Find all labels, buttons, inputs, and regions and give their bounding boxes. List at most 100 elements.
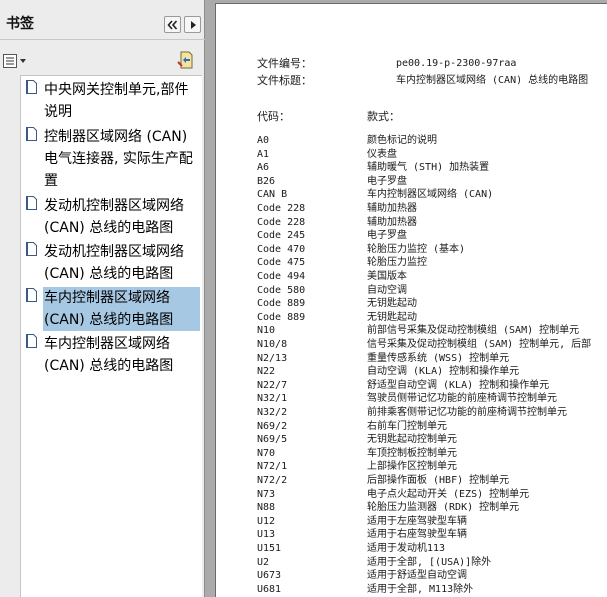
row-code: N69/2	[257, 420, 288, 432]
bookmarks-toolbar	[0, 41, 205, 75]
row-code: Code 494	[257, 271, 306, 282]
row-desc: 前部信号采集及促动控制模组 (SAM) 控制单元	[367, 325, 580, 337]
row-code: Code 245	[257, 230, 306, 242]
bookmark-item[interactable]: 车内控制器区域网络 (CAN) 总线的电路图	[22, 330, 200, 376]
file-number-label: 文件编号：	[257, 57, 312, 70]
row-code: A1	[257, 148, 270, 160]
bookmarks-pane: 书签 中央网关控制单元,部件说明 控制器区域网络 (CAN) 电气连接器, 实际…	[0, 0, 205, 597]
row-desc: 辅助加热器	[367, 216, 417, 228]
bookmark-item[interactable]: 中央网关控制单元,部件说明	[22, 76, 200, 123]
row-code: Code 475	[257, 257, 306, 269]
list-options-icon	[3, 54, 26, 68]
row-code: N72/1	[257, 461, 288, 473]
row-desc: 轮胎压力监控	[367, 257, 427, 269]
file-title-label: 文件标题：	[257, 74, 312, 87]
row-code: U673	[257, 570, 282, 582]
row-desc: 自动空调 (KLA) 控制和操作单元	[367, 366, 520, 378]
desc-header: 款式：	[367, 110, 400, 123]
row-code: N22/7	[257, 379, 288, 391]
row-code: U2	[257, 556, 270, 568]
row-code: N22	[257, 366, 276, 378]
code-header: 代码：	[257, 110, 290, 123]
row-desc: 无钥匙起动控制单元	[367, 434, 457, 446]
row-desc: 适用于舒适型自动空调	[367, 570, 467, 582]
bookmark-label: 中央网关控制单元,部件说明	[44, 82, 189, 120]
bookmark-page-icon	[26, 127, 37, 141]
row-code: N2/13	[257, 352, 288, 364]
bookmarks-title: 书签	[6, 16, 34, 32]
row-code: N73	[257, 488, 276, 500]
row-desc: 车内控制器区域网络 (CAN)	[367, 189, 494, 201]
row-code: CAN B	[257, 189, 288, 201]
row-code: Code 889	[257, 311, 306, 323]
row-desc: 无钥匙起动	[367, 311, 417, 323]
row-desc: 适用于左座驾驶型车辆	[367, 515, 467, 527]
triangle-right-icon	[191, 21, 196, 29]
row-desc: 重量传感系统 (WSS) 控制单元	[367, 352, 510, 364]
row-desc: 无钥匙起动	[367, 298, 417, 310]
row-desc: 舒适型自动空调 (KLA) 控制和操作单元	[367, 379, 550, 391]
row-desc: 前排乘客侧带记忆功能的前座椅调节控制单元	[367, 407, 567, 418]
bookmark-item[interactable]: 发动机控制器区域网络 (CAN) 总线的电路图	[22, 192, 200, 238]
row-code: A0	[257, 135, 270, 146]
options-menu-button[interactable]	[3, 54, 29, 70]
row-desc: 右前车门控制单元	[367, 420, 447, 432]
bookmark-label: 车内控制器区域网络 (CAN) 总线的电路图	[43, 287, 200, 331]
row-code: N70	[257, 447, 276, 459]
row-code: N10/8	[257, 339, 288, 350]
row-code: N32/1	[257, 393, 288, 405]
row-desc: 驾驶员侧带记忆功能的前座椅调节控制单元	[367, 393, 557, 405]
row-desc: 美国版本	[367, 271, 407, 282]
bookmark-tools-button[interactable]	[177, 50, 195, 70]
bookmark-tool-icon	[177, 51, 193, 69]
row-desc: 车顶控制板控制单元	[367, 447, 457, 459]
row-code: N32/2	[257, 407, 288, 418]
bookmark-item[interactable]: 控制器区域网络 (CAN) 电气连接器, 实际生产配置	[22, 123, 200, 192]
row-desc: 适用于全部, [(USA)]除外	[367, 556, 492, 568]
row-desc: 辅助暖气 (STH) 加热装置	[367, 162, 490, 174]
row-code: Code 889	[257, 298, 306, 310]
bookmarks-header: 书签	[0, 0, 205, 40]
row-code: N72/2	[257, 475, 288, 486]
row-code: Code 228	[257, 203, 306, 214]
bookmark-label: 发动机控制器区域网络 (CAN) 总线的电路图	[44, 198, 184, 236]
row-code: N10	[257, 325, 276, 337]
double-chevron-left-icon	[167, 20, 178, 30]
bookmark-item[interactable]: 发动机控制器区域网络 (CAN) 总线的电路图	[22, 238, 200, 284]
row-code: Code 580	[257, 284, 306, 296]
bookmark-item-selected[interactable]: 车内控制器区域网络 (CAN) 总线的电路图	[22, 284, 200, 331]
file-number-value: pe00.19-p-2300-97raa	[396, 58, 517, 69]
row-desc: 适用于全部, M113除外	[367, 583, 474, 595]
row-code: B26	[257, 175, 276, 187]
row-code: A6	[257, 162, 270, 174]
row-desc: 轮胎压力监控 (基本)	[367, 243, 466, 255]
row-desc: 后部操作面板 (HBF) 控制单元	[367, 475, 510, 486]
bookmark-page-icon	[26, 196, 37, 210]
row-desc: 颜色标记的说明	[367, 135, 437, 146]
collapse-pane-button[interactable]	[164, 16, 181, 33]
row-desc: 电子罗盘	[367, 175, 407, 187]
row-desc: 信号采集及促动控制模组 (SAM) 控制单元, 后部	[367, 339, 592, 350]
bookmark-page-icon	[26, 242, 37, 256]
file-title-value: 车内控制器区域网络 (CAN) 总线的电路图	[396, 75, 589, 86]
row-code: U13	[257, 529, 276, 541]
row-code: U151	[257, 543, 282, 554]
document-view[interactable]: 文件编号： pe00.19-p-2300-97raa 文件标题： 车内控制器区域…	[206, 0, 607, 597]
row-code: N88	[257, 502, 276, 514]
row-desc: 仪表盘	[367, 148, 397, 160]
row-code: N69/5	[257, 434, 288, 446]
row-code: U12	[257, 515, 276, 527]
row-code: U681	[257, 583, 282, 595]
row-code: Code 228	[257, 216, 306, 228]
row-desc: 适用于右座驾驶型车辆	[367, 529, 467, 541]
bookmark-label: 控制器区域网络 (CAN) 电气连接器, 实际生产配置	[44, 129, 193, 189]
bookmark-list: 中央网关控制单元,部件说明 控制器区域网络 (CAN) 电气连接器, 实际生产配…	[20, 75, 202, 597]
row-desc: 电子点火起动开关 (EZS) 控制单元	[367, 488, 530, 500]
bookmark-page-icon	[26, 288, 37, 302]
row-desc: 自动空调	[367, 284, 407, 296]
next-pane-button[interactable]	[184, 16, 201, 33]
bookmark-page-icon	[26, 80, 37, 94]
row-desc: 轮胎压力监测器 (RDK) 控制单元	[367, 502, 520, 514]
bookmark-page-icon	[26, 334, 37, 348]
row-code: Code 470	[257, 243, 306, 255]
